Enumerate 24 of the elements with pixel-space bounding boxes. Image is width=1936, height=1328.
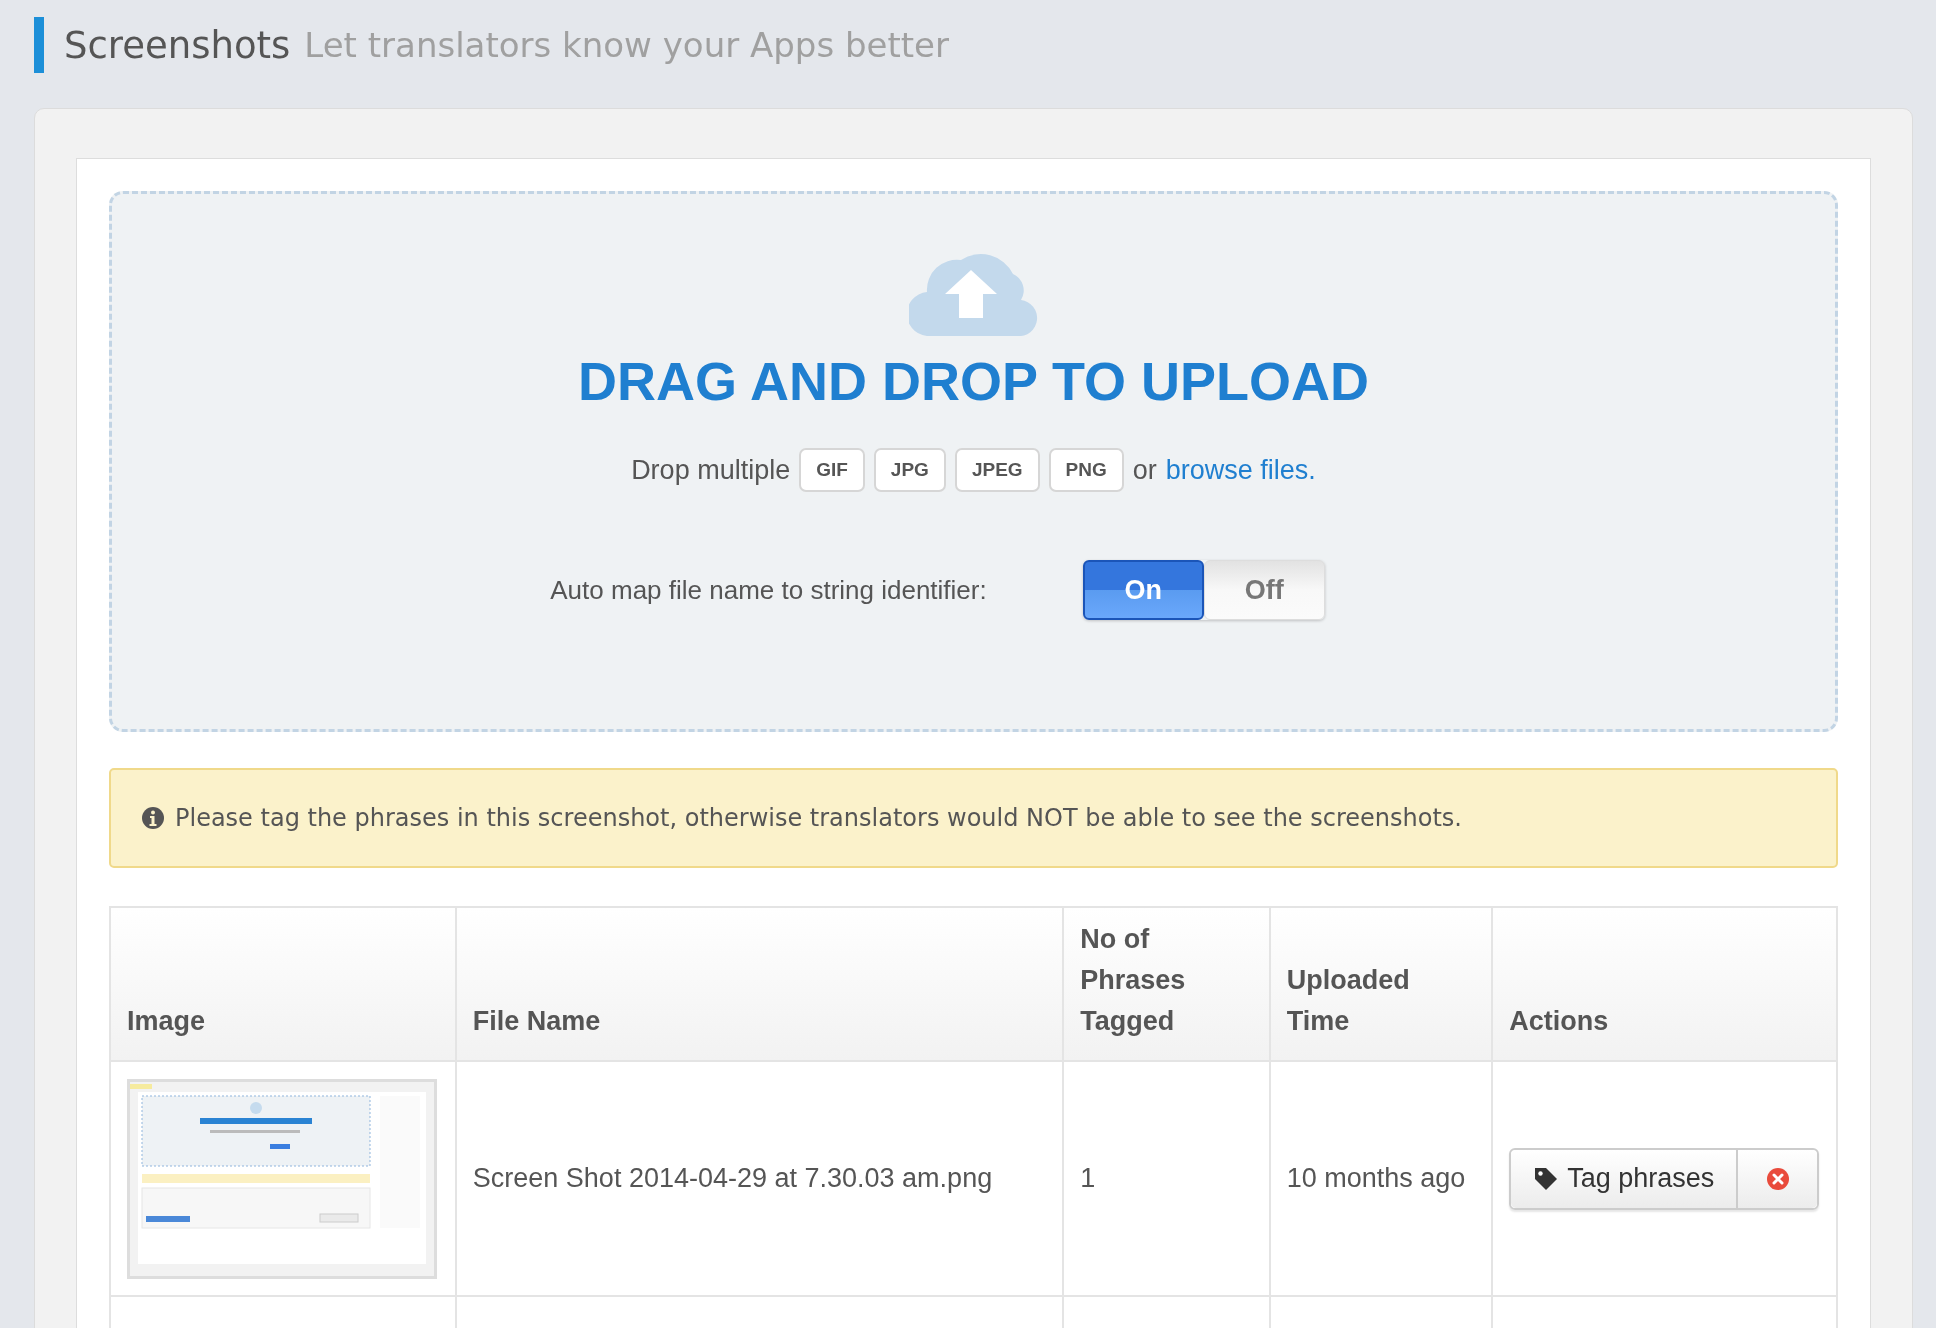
- uploaded-time-cell: 10 months ago: [1286, 1163, 1466, 1193]
- or-text: or: [1132, 454, 1157, 486]
- column-header: Actions: [1492, 907, 1837, 1061]
- toggle-option[interactable]: On: [1082, 560, 1204, 620]
- column-header: File Name: [455, 907, 1064, 1061]
- file-type-label: JPG: [873, 448, 946, 492]
- toggle-option[interactable]: Off: [1203, 560, 1325, 620]
- file-type-label: PNG: [1048, 448, 1124, 492]
- page-subtitle: Let translators know your Apps better: [304, 25, 949, 65]
- file-name-cell: Screen Shot 2014-04-29 at 7.30.03 am.png: [472, 1163, 993, 1193]
- column-header: No of Phrases Tagged: [1063, 907, 1270, 1061]
- file-type-label: GIF: [799, 448, 865, 492]
- column-header: Uploaded Time: [1269, 907, 1493, 1061]
- tag-phrases-button[interactable]: Tag phrases: [1511, 1149, 1739, 1208]
- alert-text: Please tag the phrases in this screenshot, otherwise translators would NOT be able to see the screenshots.: [175, 804, 1462, 832]
- page-title: Screenshots: [64, 23, 291, 67]
- column-header: Image: [110, 907, 456, 1061]
- upload-heading: DRAG AND DROP TO UPLOAD: [577, 350, 1369, 412]
- drop-text: Drop multiple: [631, 454, 791, 486]
- file-type-label: JPEG: [954, 448, 1040, 492]
- drop-zone[interactable]: DRAG AND DROP TO UPLOAD Drop multiple GIF JPG JPEG PNG or browse files. Auto map file name to string identifier: On Off: [109, 191, 1838, 732]
- auto-map-label: Auto map file name to string identifier:: [550, 574, 987, 606]
- browse-files-link[interactable]: browse files.: [1165, 454, 1316, 486]
- phrases-count-cell: 1: [1080, 1163, 1096, 1193]
